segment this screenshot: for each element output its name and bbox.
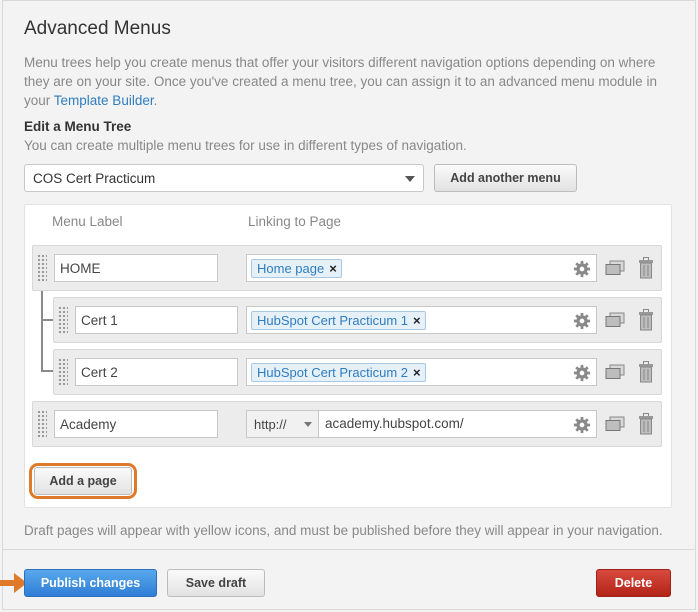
- copy-icon[interactable]: [605, 260, 625, 276]
- menu-label-input-home[interactable]: HOME: [54, 254, 218, 282]
- menu-item-row-cert-1: Cert 1 HubSpot Cert Practicum 1 ×: [53, 297, 662, 343]
- menu-tree-select[interactable]: COS Cert Practicum: [24, 164, 424, 192]
- menu-tree-selected-value: COS Cert Practicum: [33, 171, 156, 186]
- menu-label-input-cert-2[interactable]: Cert 2: [75, 358, 238, 386]
- gear-icon[interactable]: [573, 312, 591, 330]
- chevron-down-icon: [405, 176, 415, 182]
- tree-connector-line: [41, 291, 43, 371]
- menu-item-row-cert-2: Cert 2 HubSpot Cert Practicum 2 ×: [53, 349, 662, 395]
- menu-item-row-home: HOME Home page ×: [32, 245, 662, 291]
- menu-label-input-cert-1[interactable]: Cert 1: [75, 306, 238, 334]
- gear-icon[interactable]: [573, 416, 591, 434]
- add-page-button[interactable]: Add a page: [34, 467, 132, 495]
- template-builder-link[interactable]: Template Builder: [54, 93, 154, 108]
- link-field-home[interactable]: Home page ×: [246, 254, 597, 282]
- trash-icon[interactable]: [638, 361, 654, 383]
- delete-button[interactable]: Delete: [596, 569, 671, 597]
- gear-icon[interactable]: [573, 260, 591, 278]
- drag-handle-icon[interactable]: [58, 306, 68, 334]
- drag-handle-icon[interactable]: [37, 410, 47, 438]
- menu-item-row-academy: Academy http:// academy.hubspot.com/: [32, 401, 662, 447]
- url-protocol-select[interactable]: http://: [247, 411, 319, 437]
- linked-page-name: HubSpot Cert Practicum 1: [257, 313, 409, 328]
- linked-page-tag: HubSpot Cert Practicum 1 ×: [251, 311, 426, 330]
- drag-handle-icon[interactable]: [58, 358, 68, 386]
- page-title: Advanced Menus: [24, 18, 171, 39]
- link-field-cert-1[interactable]: HubSpot Cert Practicum 1 ×: [246, 306, 597, 334]
- description-end: .: [153, 93, 158, 108]
- publish-changes-button[interactable]: Publish changes: [24, 569, 157, 597]
- copy-icon[interactable]: [605, 312, 625, 328]
- gear-icon[interactable]: [573, 364, 591, 382]
- url-field-academy[interactable]: http:// academy.hubspot.com/: [246, 410, 597, 438]
- menu-label-input-academy[interactable]: Academy: [54, 410, 218, 438]
- edit-tree-subtext: You can create multiple menu trees for u…: [24, 138, 467, 153]
- copy-icon[interactable]: [605, 364, 625, 380]
- description: Menu trees help you create menus that of…: [24, 53, 674, 110]
- trash-icon[interactable]: [638, 413, 654, 435]
- footer-divider: [2, 549, 696, 550]
- linked-page-name: Home page: [257, 261, 325, 276]
- draft-pages-note: Draft pages will appear with yellow icon…: [24, 523, 663, 538]
- drag-handle-icon[interactable]: [37, 254, 47, 282]
- column-header-linking-to-page: Linking to Page: [248, 214, 342, 229]
- linked-page-tag: HubSpot Cert Practicum 2 ×: [251, 363, 426, 382]
- copy-icon[interactable]: [605, 416, 625, 432]
- chevron-down-icon: [304, 422, 312, 427]
- add-another-menu-button[interactable]: Add another menu: [434, 164, 577, 192]
- remove-link-icon[interactable]: ×: [413, 313, 421, 328]
- remove-link-icon[interactable]: ×: [329, 261, 337, 276]
- linked-page-name: HubSpot Cert Practicum 2: [257, 365, 409, 380]
- url-protocol-value: http://: [254, 417, 287, 432]
- link-field-cert-2[interactable]: HubSpot Cert Practicum 2 ×: [246, 358, 597, 386]
- url-input[interactable]: academy.hubspot.com/: [325, 416, 464, 431]
- trash-icon[interactable]: [638, 309, 654, 331]
- linked-page-tag: Home page ×: [251, 259, 342, 278]
- save-draft-button[interactable]: Save draft: [167, 569, 265, 597]
- column-header-menu-label: Menu Label: [52, 214, 123, 229]
- edit-tree-heading: Edit a Menu Tree: [24, 119, 132, 134]
- trash-icon[interactable]: [638, 257, 654, 279]
- remove-link-icon[interactable]: ×: [413, 365, 421, 380]
